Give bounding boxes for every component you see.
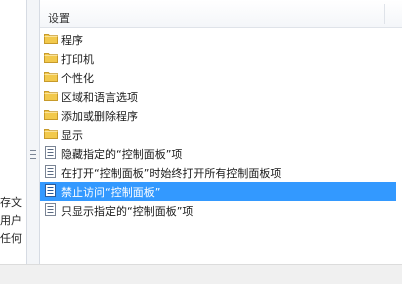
policy-setting-icon xyxy=(45,165,56,178)
description-text-line: 存文 xyxy=(0,196,22,209)
list-item-label: 在打开“控制面板”时始终打开所有控制面板项 xyxy=(61,167,282,180)
list-item[interactable]: 个性化 xyxy=(40,68,396,87)
folder-icon xyxy=(44,72,58,82)
list-item[interactable]: 隐藏指定的“控制面板”项 xyxy=(40,144,396,163)
policy-setting-icon xyxy=(45,203,56,216)
list-item[interactable]: 区域和语言选项 xyxy=(40,87,396,106)
list-item-label: 程序 xyxy=(61,34,83,47)
list-item-label: 添加或删除程序 xyxy=(61,110,138,123)
folder-icon xyxy=(44,34,58,44)
description-text-line: 任何 xyxy=(0,232,22,245)
description-pane: 存文 用户 任何 xyxy=(0,0,26,264)
list-item-selected[interactable]: 禁止访问“控制面板” xyxy=(40,182,396,201)
folder-icon xyxy=(44,129,58,139)
list-item[interactable]: 添加或删除程序 xyxy=(40,106,396,125)
splitter-grip-icon[interactable] xyxy=(30,150,36,159)
list-item[interactable]: 程序 xyxy=(40,30,396,49)
list-item-label: 隐藏指定的“控制面板”项 xyxy=(61,148,183,161)
column-header-setting[interactable]: 设置 xyxy=(48,10,70,26)
column-header[interactable]: 设置 xyxy=(40,0,402,28)
list-item[interactable]: 打印机 xyxy=(40,49,396,68)
description-text-line: 用户 xyxy=(0,214,22,227)
folder-icon xyxy=(44,110,58,120)
horizontal-scrollbar[interactable] xyxy=(0,264,402,284)
folder-icon xyxy=(44,53,58,63)
folder-icon xyxy=(44,91,58,101)
policy-setting-icon xyxy=(45,184,56,197)
list-item[interactable]: 只显示指定的“控制面板”项 xyxy=(40,201,396,220)
list-item-label: 打印机 xyxy=(61,53,94,66)
list-item-label: 区域和语言选项 xyxy=(61,91,138,104)
list-item-label: 只显示指定的“控制面板”项 xyxy=(61,205,194,218)
list-item-label: 显示 xyxy=(61,129,83,142)
list-item[interactable]: 在打开“控制面板”时始终打开所有控制面板项 xyxy=(40,163,396,182)
list-item-label: 个性化 xyxy=(61,72,94,85)
policy-setting-icon xyxy=(45,146,56,159)
list-item[interactable]: 显示 xyxy=(40,125,396,144)
column-divider[interactable] xyxy=(384,4,385,24)
pane-splitter[interactable] xyxy=(26,0,40,264)
list-item-label: 禁止访问“控制面板” xyxy=(61,186,161,199)
